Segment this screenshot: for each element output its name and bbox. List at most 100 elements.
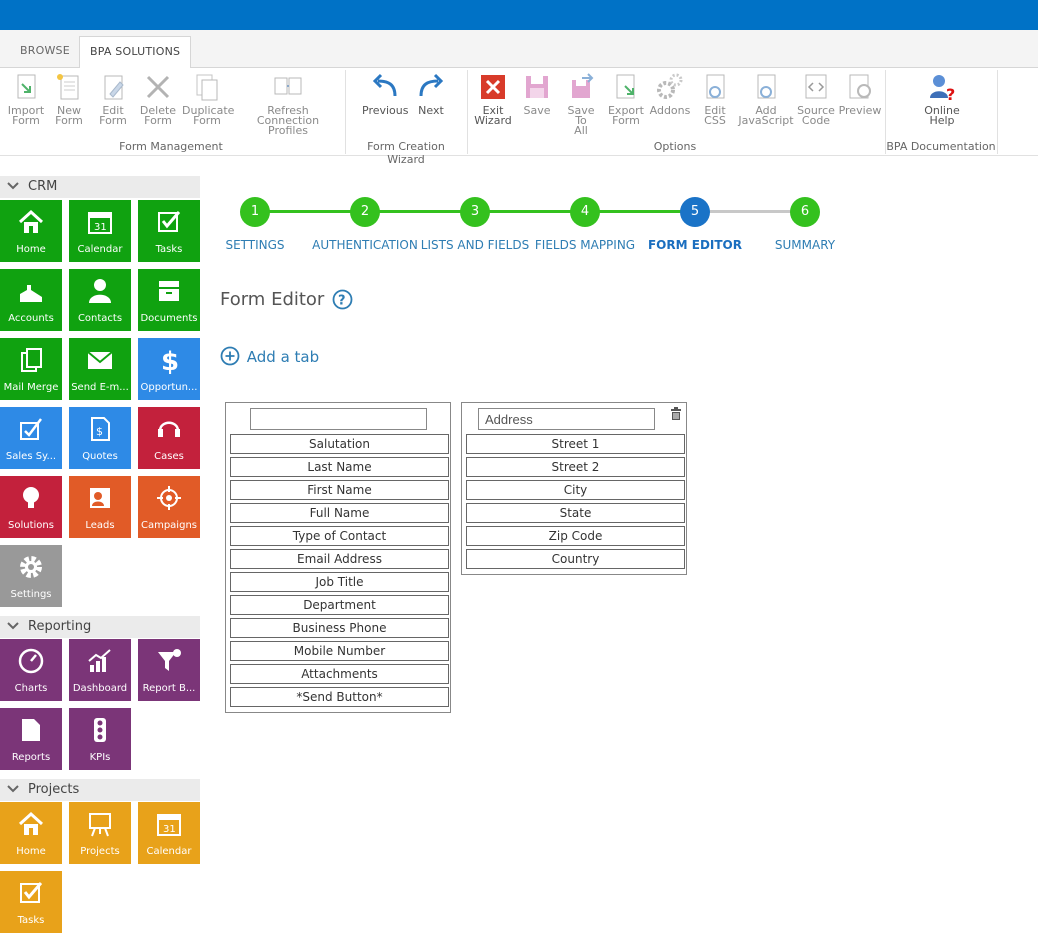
group-separator (345, 70, 346, 154)
group-label-bpa-documentation: BPA Documentation (886, 140, 996, 153)
tile-reporting-kpis[interactable]: KPIs (69, 708, 131, 770)
save-disk-icon (526, 76, 548, 98)
form-tab-1: Salutation Last Name First Name Full Nam… (225, 402, 451, 713)
group-separator (467, 70, 468, 154)
tab-browse[interactable]: BROWSE (10, 36, 80, 68)
section-header-reporting[interactable]: Reporting (0, 616, 200, 638)
duplicate-form-button[interactable]: Duplicate Form (182, 72, 234, 126)
tile-projects-tasks[interactable]: Tasks (0, 871, 62, 933)
calendar-icon: 31 (157, 814, 181, 836)
svg-text:31: 31 (94, 222, 107, 233)
new-form-button[interactable]: New Form (50, 72, 88, 126)
tile-reporting-dashboard[interactable]: Dashboard (69, 639, 131, 701)
edit-css-button[interactable]: Edit CSS (698, 72, 732, 126)
step-2-circle[interactable]: 2 (350, 197, 380, 227)
exit-wizard-button[interactable]: Exit Wizard (472, 72, 514, 126)
tab-1-name-input[interactable] (250, 408, 427, 430)
export-form-button[interactable]: Export Form (606, 72, 646, 126)
step-2-label[interactable]: AUTHENTICATION (310, 238, 420, 252)
form-field[interactable]: Type of Contact (230, 526, 449, 546)
tile-projects-home[interactable]: Home (0, 802, 62, 864)
tile-crm-solutions[interactable]: Solutions (0, 476, 62, 538)
send-button-field[interactable]: *Send Button* (230, 687, 449, 707)
tile-crm-calendar[interactable]: 31 Calendar (69, 200, 131, 262)
tile-crm-campaigns[interactable]: Campaigns (138, 476, 200, 538)
step-3-label[interactable]: LISTS AND FIELDS (420, 238, 530, 252)
tab-bpa-solutions[interactable]: BPA SOLUTIONS (79, 36, 192, 69)
tile-crm-leads[interactable]: Leads (69, 476, 131, 538)
delete-form-button[interactable]: Delete Form (138, 72, 178, 126)
form-field[interactable]: Street 2 (466, 457, 685, 477)
ribbon-tab-strip: BROWSE BPA SOLUTIONS (0, 30, 1038, 69)
tile-projects-projects[interactable]: Projects (69, 802, 131, 864)
form-tab-2: Street 1 Street 2 City State Zip Code Co… (461, 402, 687, 575)
step-6-label[interactable]: SUMMARY (755, 238, 855, 252)
traffic-light-icon (94, 718, 106, 742)
edit-form-button[interactable]: Edit Form (94, 72, 132, 126)
tile-reporting-report-builder[interactable]: Report B... (138, 639, 200, 701)
form-field[interactable]: City (466, 480, 685, 500)
chevron-down-icon (7, 182, 19, 190)
tile-projects-calendar[interactable]: 31 Calendar (138, 802, 200, 864)
tile-crm-documents[interactable]: Documents (138, 269, 200, 331)
form-field[interactable]: State (466, 503, 685, 523)
javascript-file-icon (757, 74, 776, 99)
form-field[interactable]: Mobile Number (230, 641, 449, 661)
tile-crm-settings[interactable]: Settings (0, 545, 62, 607)
step-5-circle[interactable]: 5 (680, 197, 710, 227)
import-form-button[interactable]: Import Form (6, 72, 46, 126)
step-3-circle[interactable]: 3 (460, 197, 490, 227)
form-field[interactable]: Country (466, 549, 685, 569)
step-6-circle[interactable]: 6 (790, 197, 820, 227)
online-help-button[interactable]: ? Online Help (918, 72, 966, 126)
form-field[interactable]: Salutation (230, 434, 449, 454)
refresh-connection-profiles-button[interactable]: Refresh Connection Profiles (236, 72, 340, 136)
step-4-circle[interactable]: 4 (570, 197, 600, 227)
form-field[interactable]: Full Name (230, 503, 449, 523)
tile-crm-sales-system[interactable]: Sales Sy... (0, 407, 62, 469)
home-icon (18, 209, 44, 233)
group-label-options: Options (653, 140, 697, 153)
step-4-label[interactable]: FIELDS MAPPING (530, 238, 640, 252)
section-header-projects[interactable]: Projects (0, 779, 200, 801)
form-field[interactable]: Job Title (230, 572, 449, 592)
headset-icon (158, 421, 180, 437)
save-to-all-button[interactable]: Save To All (560, 72, 602, 136)
source-code-button[interactable]: Source Code (796, 72, 836, 126)
form-field[interactable]: First Name (230, 480, 449, 500)
add-javascript-button[interactable]: Add JavaScript (738, 72, 794, 126)
tile-crm-mail-merge[interactable]: Mail Merge (0, 338, 62, 400)
previous-button[interactable]: Previous (362, 72, 409, 116)
step-5-label[interactable]: FORM EDITOR (640, 238, 750, 252)
addons-button[interactable]: Addons (648, 72, 692, 116)
form-field[interactable]: Department (230, 595, 449, 615)
add-tab-link[interactable]: Add a tab (220, 346, 319, 366)
tile-crm-home[interactable]: Home (0, 200, 62, 262)
duplicate-form-icon (196, 74, 218, 101)
preview-button[interactable]: Preview (838, 72, 882, 116)
form-field[interactable]: Last Name (230, 457, 449, 477)
tab-2-name-input[interactable] (478, 408, 655, 430)
save-button[interactable]: Save (520, 72, 554, 116)
form-field[interactable]: Attachments (230, 664, 449, 684)
help-circle-icon[interactable]: ? (332, 289, 353, 310)
edit-form-icon (104, 75, 124, 100)
trash-icon[interactable] (670, 407, 682, 420)
form-field[interactable]: Business Phone (230, 618, 449, 638)
tile-reporting-charts[interactable]: Charts (0, 639, 62, 701)
tile-crm-accounts[interactable]: Accounts (0, 269, 62, 331)
tile-crm-cases[interactable]: Cases (138, 407, 200, 469)
tile-crm-contacts[interactable]: Contacts (69, 269, 131, 331)
section-header-crm[interactable]: CRM (0, 176, 200, 198)
form-field[interactable]: Street 1 (466, 434, 685, 454)
tile-crm-tasks[interactable]: Tasks (138, 200, 200, 262)
step-1-label[interactable]: SETTINGS (205, 238, 305, 252)
tile-crm-quotes[interactable]: $ Quotes (69, 407, 131, 469)
next-button[interactable]: Next (414, 72, 448, 116)
tile-reporting-reports[interactable]: Reports (0, 708, 62, 770)
tile-crm-send-email[interactable]: Send E-m... (69, 338, 131, 400)
step-1-circle[interactable]: 1 (240, 197, 270, 227)
form-field[interactable]: Email Address (230, 549, 449, 569)
form-field[interactable]: Zip Code (466, 526, 685, 546)
tile-crm-opportunities[interactable]: $ Opportun... (138, 338, 200, 400)
